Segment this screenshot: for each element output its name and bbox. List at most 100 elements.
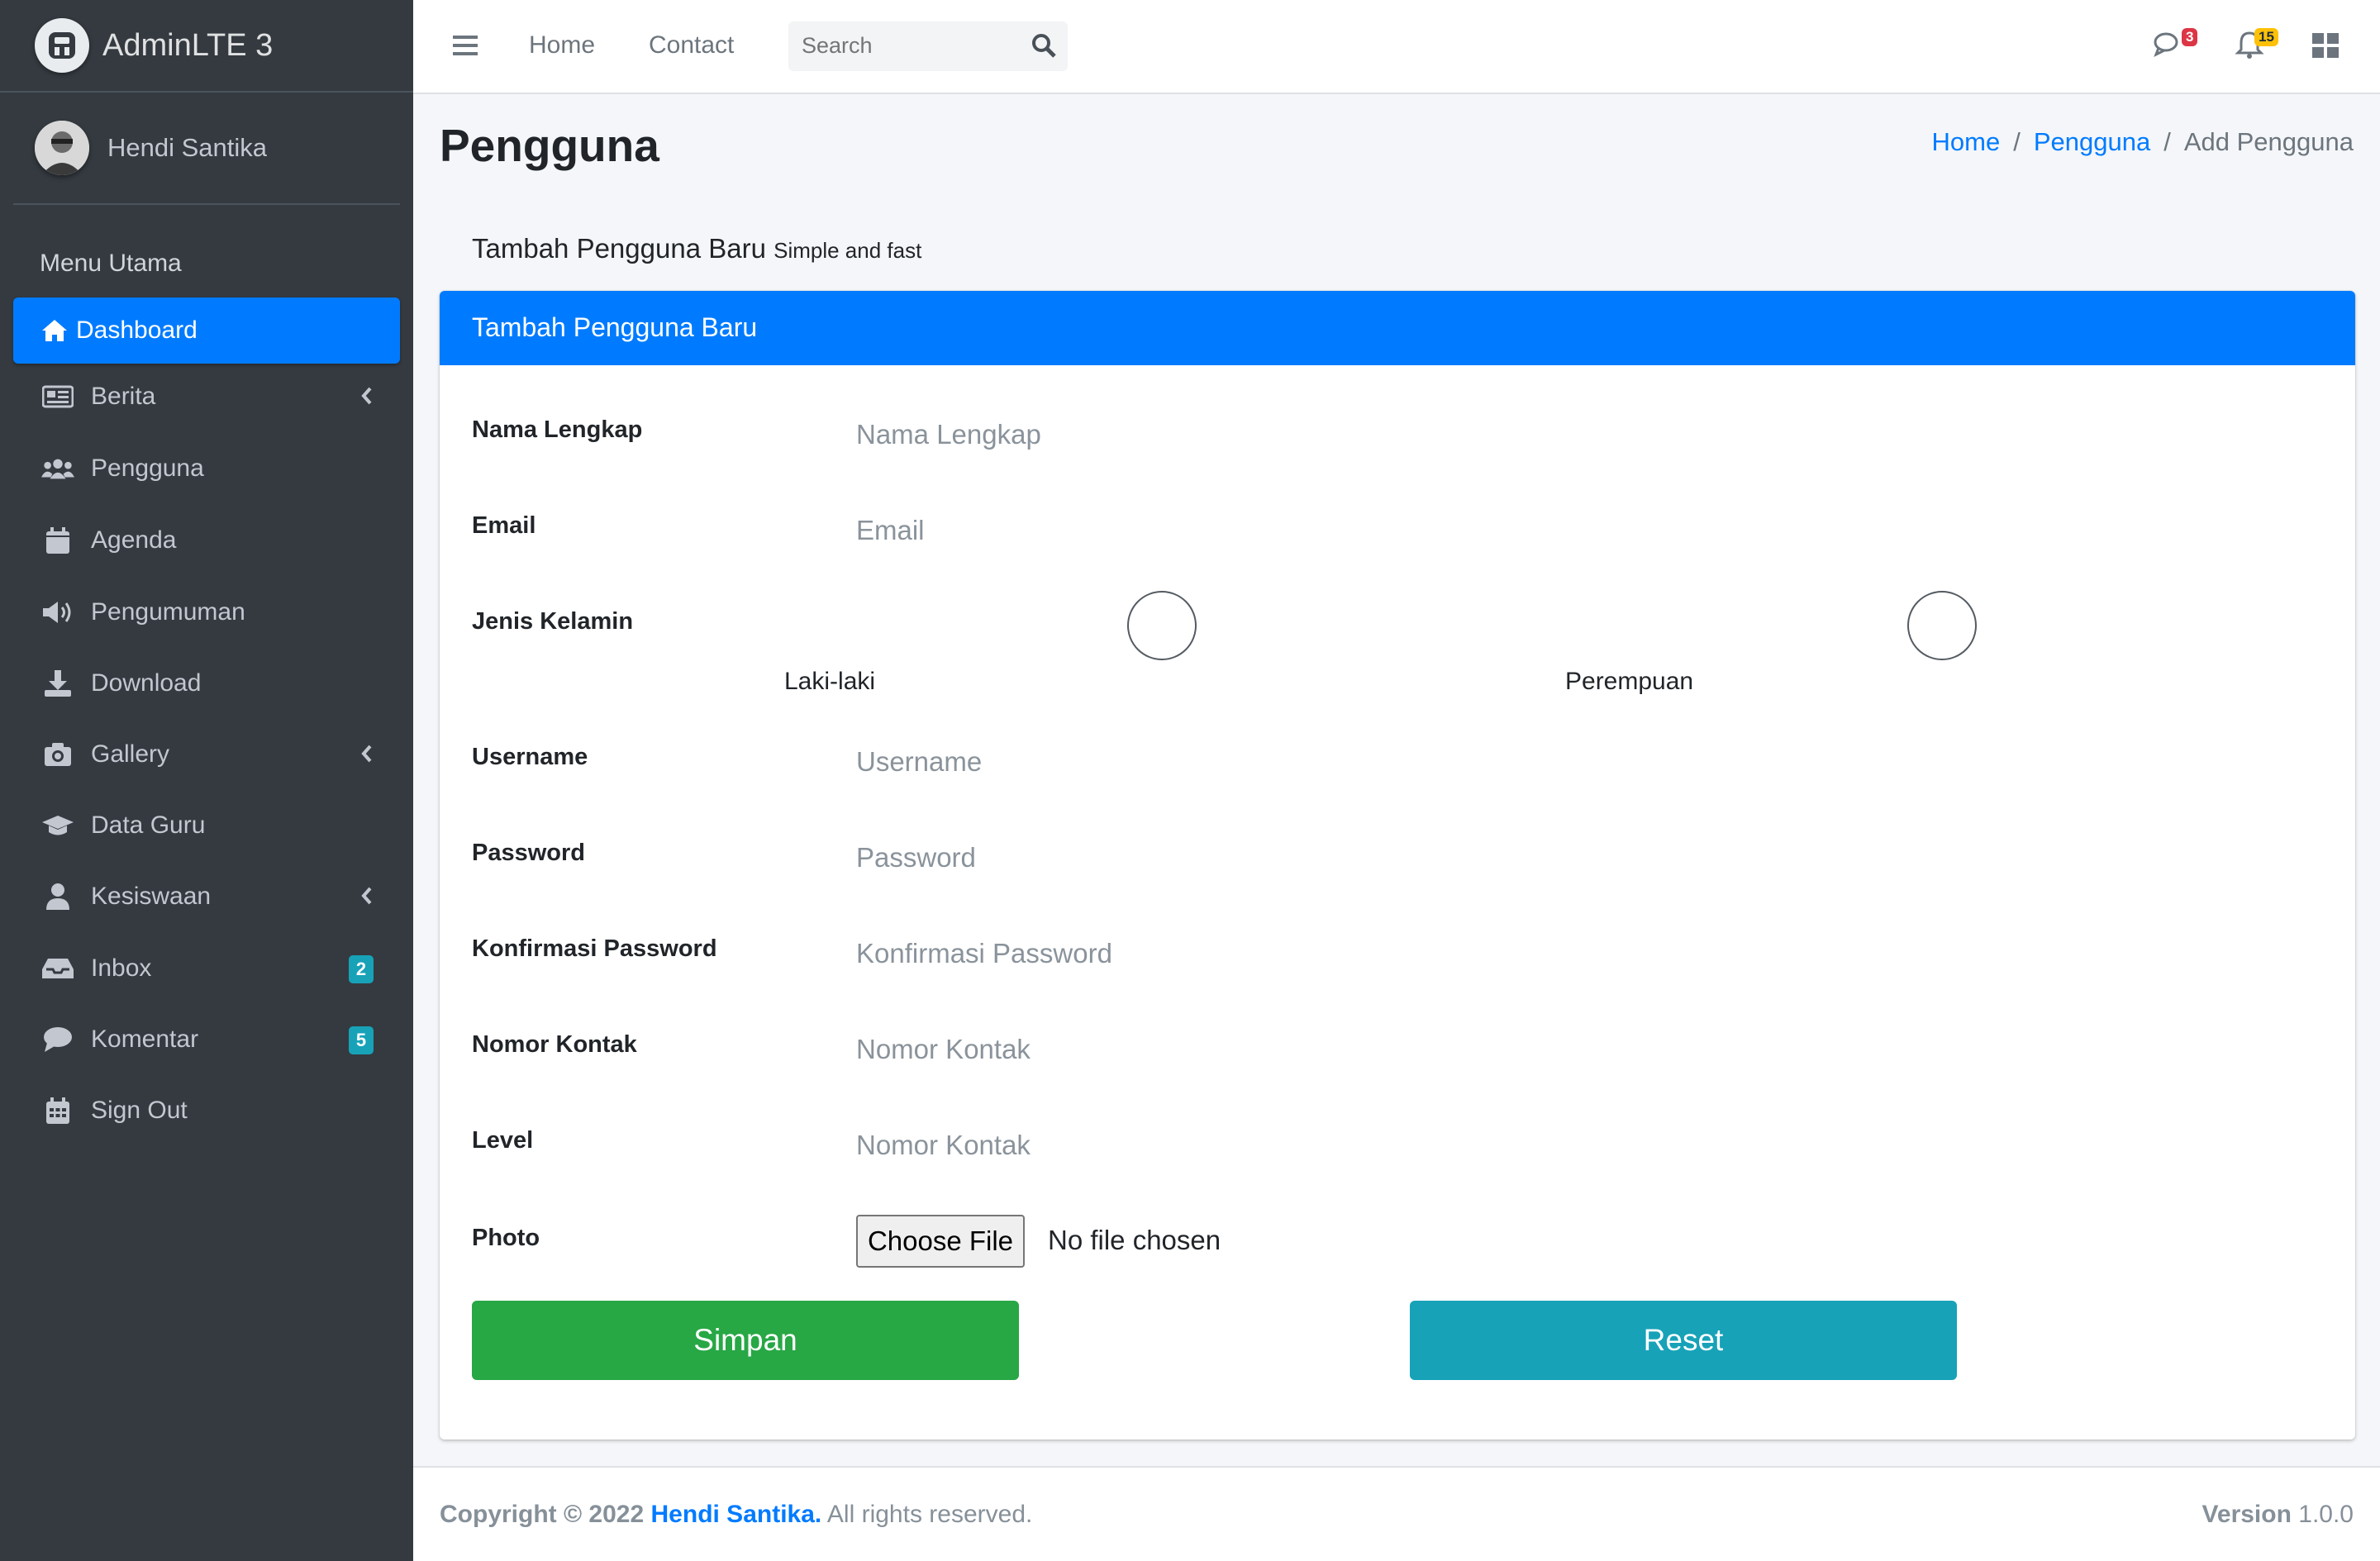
reset-button[interactable]: Reset	[1410, 1301, 1957, 1380]
confirm-password-input[interactable]	[856, 929, 2311, 978]
sidebar-item-label: Agenda	[91, 526, 177, 554]
newspaper-icon	[41, 382, 74, 412]
username-label: Username	[472, 744, 588, 770]
main-sidebar: AdminLTE 3 Hendi Santika Menu Utama Dash…	[0, 0, 413, 1561]
bullhorn-icon	[41, 597, 74, 627]
sidebar-item-sign-out[interactable]: Sign Out	[13, 1078, 400, 1144]
inbox-count-badge: 2	[349, 955, 374, 983]
sidebar-item-label: Dashboard	[76, 316, 198, 344]
section-title: Tambah Pengguna Baru Simple and fast	[472, 233, 921, 264]
chevron-left-icon	[360, 385, 374, 413]
brand-logo-icon	[35, 18, 89, 73]
calendar-icon	[41, 526, 74, 555]
apps-grid-icon[interactable]	[2312, 33, 2339, 62]
avatar	[35, 121, 89, 175]
comment-icon	[41, 1025, 74, 1054]
footer-version: Version 1.0.0	[2202, 1501, 2354, 1529]
sidebar-item-gallery[interactable]: Gallery	[13, 721, 400, 788]
breadcrumb-separator: /	[2013, 127, 2021, 156]
nav-link-contact[interactable]: Contact	[649, 31, 734, 59]
gender-label: Jenis Kelamin	[472, 608, 634, 635]
home-icon	[40, 316, 69, 345]
messages-count-badge: 3	[2182, 28, 2198, 46]
brand-link[interactable]: AdminLTE 3	[0, 0, 413, 93]
add-user-card: Tambah Pengguna Baru Nama Lengkap Email …	[440, 291, 2355, 1440]
sidebar-item-agenda[interactable]: Agenda	[13, 507, 400, 573]
user-panel[interactable]: Hendi Santika	[13, 93, 400, 205]
section-subtitle: Simple and fast	[774, 238, 922, 263]
sidebar-item-label: Komentar	[91, 1026, 199, 1053]
sidebar-item-kesiswaan[interactable]: Kesiswaan	[13, 864, 400, 930]
user-icon	[41, 882, 74, 911]
version-label: Version	[2202, 1501, 2292, 1528]
sidebar-item-inbox[interactable]: Inbox 2	[13, 935, 400, 1002]
sidebar-item-dashboard[interactable]: Dashboard	[13, 297, 400, 364]
chevron-left-icon	[360, 885, 374, 913]
sidebar-item-label: Pengguna	[91, 454, 204, 482]
sidebar-item-label: Inbox	[91, 954, 152, 982]
breadcrumb: Home / Pengguna / Add Pengguna	[1932, 127, 2354, 157]
nav-link-home[interactable]: Home	[529, 31, 595, 59]
level-label: Level	[472, 1127, 534, 1154]
contact-input[interactable]	[856, 1025, 2311, 1074]
photo-label: Photo	[472, 1225, 540, 1251]
contact-label: Nomor Kontak	[472, 1031, 637, 1058]
sidebar-item-data-guru[interactable]: Data Guru	[13, 792, 400, 859]
radio-perempuan-label: Perempuan	[1565, 668, 1694, 695]
footer: Copyright © 2022 Hendi Santika. All righ…	[413, 1466, 2380, 1561]
email-label: Email	[472, 512, 536, 539]
search-icon[interactable]	[1031, 33, 1056, 62]
save-button[interactable]: Simpan	[472, 1301, 1019, 1380]
sidebar-item-pengumuman[interactable]: Pengumuman	[13, 579, 400, 645]
breadcrumb-current: Add Pengguna	[2183, 127, 2354, 156]
sidebar-item-label: Pengumuman	[91, 598, 245, 626]
radio-laki-laki[interactable]	[1127, 591, 1197, 660]
sidebar-item-label: Gallery	[91, 740, 170, 768]
level-input[interactable]	[856, 1121, 2311, 1170]
calendar-grid-icon	[41, 1096, 74, 1126]
file-status: No file chosen	[1048, 1225, 1221, 1255]
password-input[interactable]	[856, 833, 2311, 883]
sidebar-item-label: Kesiswaan	[91, 883, 212, 910]
navbar-search	[788, 21, 1068, 71]
email-input[interactable]	[856, 506, 2311, 555]
nama-input[interactable]	[856, 410, 2311, 459]
page-title: Pengguna	[440, 120, 659, 171]
sidebar-item-pengguna[interactable]: Pengguna	[13, 435, 400, 502]
section-title-text: Tambah Pengguna Baru	[472, 233, 766, 264]
search-input[interactable]	[802, 33, 1025, 59]
user-name: Hendi Santika	[107, 133, 268, 162]
sidebar-item-berita[interactable]: Berita	[13, 364, 400, 430]
footer-copyright: Copyright © 2022 Hendi Santika. All righ…	[440, 1501, 1032, 1529]
komentar-count-badge: 5	[349, 1026, 374, 1054]
users-icon	[41, 454, 74, 483]
nama-label: Nama Lengkap	[472, 416, 643, 443]
card-title: Tambah Pengguna Baru	[440, 291, 2355, 365]
breadcrumb-separator: /	[2163, 127, 2171, 156]
sidebar-item-download[interactable]: Download	[13, 650, 400, 716]
password-label: Password	[472, 840, 585, 866]
radio-perempuan[interactable]	[1907, 591, 1977, 660]
inbox-icon	[41, 954, 74, 983]
sidebar-item-label: Data Guru	[91, 811, 206, 839]
rights-text: All rights reserved.	[826, 1501, 1033, 1528]
camera-icon	[41, 740, 74, 769]
breadcrumb-home[interactable]: Home	[1932, 127, 2001, 157]
sidebar-item-label: Berita	[91, 383, 156, 410]
chevron-left-icon	[360, 743, 374, 771]
breadcrumb-pengguna[interactable]: Pengguna	[2034, 127, 2150, 157]
notifications-count-badge: 15	[2254, 28, 2278, 46]
top-navbar: Home Contact 3 15	[413, 0, 2380, 94]
version-number: 1.0.0	[2298, 1501, 2354, 1528]
menu-toggle-icon[interactable]	[453, 34, 478, 61]
copyright-text: Copyright © 2022	[440, 1501, 645, 1528]
sidebar-item-komentar[interactable]: Komentar 5	[13, 1007, 400, 1073]
author-link[interactable]: Hendi Santika.	[651, 1501, 822, 1528]
brand-name: AdminLTE 3	[102, 27, 274, 63]
sidebar-item-label: Sign Out	[91, 1097, 188, 1124]
download-icon	[41, 669, 74, 698]
username-input[interactable]	[856, 737, 2311, 787]
radio-laki-laki-label: Laki-laki	[784, 668, 876, 695]
choose-file-button[interactable]: Choose File	[856, 1215, 1025, 1268]
graduation-cap-icon	[41, 811, 74, 840]
